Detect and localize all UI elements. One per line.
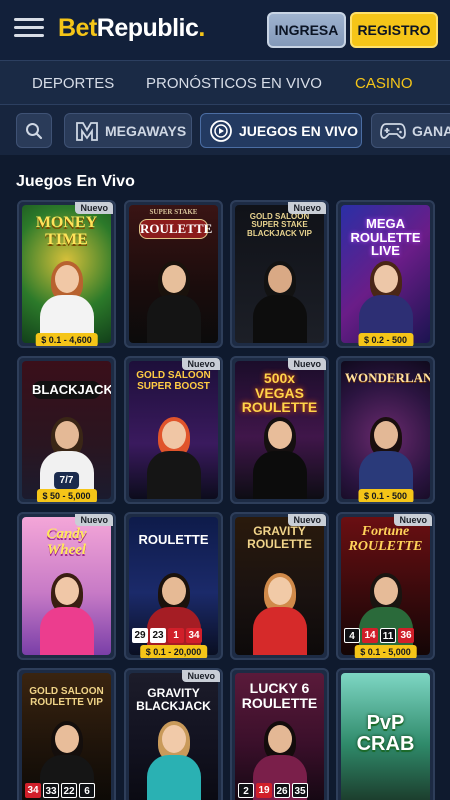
recent-number: 19: [256, 783, 272, 798]
game-title-art: 500x VEGAS ROULETTE: [241, 370, 318, 416]
game-card-gold-saloon-roulette-vip[interactable]: GOLD SALOON ROULETTE VIP 34 33 22 6: [17, 668, 116, 800]
recent-numbers: 29 23 1 34: [132, 628, 202, 643]
bet-limit: $ 0.2 - 500: [357, 333, 414, 346]
recent-number: 22: [61, 783, 77, 798]
game-title-art: MEGA ROULETTE LIVE: [350, 216, 421, 259]
game-card-mega-roulette[interactable]: MEGA ROULETTE LIVE $ 0.2 - 500: [336, 200, 435, 348]
games-grid: MONEY TIME Nuevo $ 0.1 - 4,600 SUPER STA…: [0, 0, 450, 800]
recent-number: 35: [292, 783, 308, 798]
recent-number: 23: [150, 628, 166, 643]
game-title-art: GRAVITY BLACKJACK: [136, 686, 211, 713]
recent-number: 2: [238, 783, 254, 798]
game-card-gravity-blackjack[interactable]: GRAVITY BLACKJACK Nuevo: [124, 668, 223, 800]
new-badge: Nuevo: [75, 514, 113, 526]
recent-number: 34: [25, 783, 41, 798]
game-subtitle-art: SUPER STAKE: [149, 208, 198, 216]
bet-limit: $ 0.1 - 4,600: [35, 333, 98, 346]
game-title-art: GOLD SALOON SUPER BOOST: [136, 370, 211, 392]
new-badge: Nuevo: [394, 514, 432, 526]
game-title-art: Candy Wheel: [46, 526, 87, 558]
recent-number: 1: [168, 628, 184, 643]
game-title-art: ROULETTE: [139, 219, 212, 239]
game-card-candy-wheel[interactable]: Candy Wheel Nuevo: [17, 512, 116, 660]
recent-number: 36: [398, 628, 414, 643]
bet-limit: $ 0.1 - 5,000: [354, 645, 417, 658]
game-title-art: ROULETTE: [138, 532, 209, 547]
game-title-art: GOLD SALOON SUPER STAKE BLACKJACK VIP: [247, 212, 312, 238]
recent-numbers: 4 14 11 36: [344, 628, 414, 643]
recent-number: 11: [380, 628, 396, 643]
recent-number: 14: [362, 628, 378, 643]
game-card-mega-roulette-2[interactable]: ROULETTE 29 23 1 34 $ 0.1 - 20,000: [124, 512, 223, 660]
recent-number: 4: [344, 628, 360, 643]
recent-number: 26: [274, 783, 290, 798]
game-card-blackjack[interactable]: BLACKJACK 7/7 $ 50 - 5,000: [17, 356, 116, 504]
new-badge: Nuevo: [288, 514, 326, 526]
game-card-wonderland[interactable]: WONDERLAND $ 0.1 - 500: [336, 356, 435, 504]
recent-numbers: 34 33 22 6: [25, 783, 95, 798]
bet-limit: $ 0.1 - 20,000: [139, 645, 208, 658]
game-card-pvp-crab[interactable]: PvP CRAB: [336, 668, 435, 800]
recent-number: 29: [132, 628, 148, 643]
new-badge: Nuevo: [75, 202, 113, 214]
new-badge: Nuevo: [288, 202, 326, 214]
recent-number: 34: [186, 628, 202, 643]
game-card-money-time[interactable]: MONEY TIME Nuevo $ 0.1 - 4,600: [17, 200, 116, 348]
game-title-art: PvP CRAB: [356, 712, 415, 755]
game-card-gravity-roulette[interactable]: GRAVITY ROULETTE Nuevo: [230, 512, 329, 660]
recent-number: 6: [79, 783, 95, 798]
game-title-art: LUCKY 6 ROULETTE: [241, 680, 318, 711]
game-card-fortune-roulette[interactable]: Fortune ROULETTE 4 14 11 36 Nuevo $ 0.1 …: [336, 512, 435, 660]
game-card-super-boost[interactable]: GOLD SALOON SUPER BOOST Nuevo: [124, 356, 223, 504]
game-card-vegas-roulette[interactable]: 500x VEGAS ROULETTE Nuevo: [230, 356, 329, 504]
game-title-art: GRAVITY ROULETTE: [247, 524, 312, 551]
new-badge: Nuevo: [182, 670, 220, 682]
bet-limit: $ 50 - 5,000: [36, 489, 97, 502]
new-badge: Nuevo: [288, 358, 326, 370]
game-card-lucky-6-roulette[interactable]: LUCKY 6 ROULETTE 2 19 26 35: [230, 668, 329, 800]
new-badge: Nuevo: [182, 358, 220, 370]
recent-number: 33: [43, 783, 59, 798]
bet-limit: $ 0.1 - 500: [357, 489, 414, 502]
recent-numbers: 2 19 26 35: [238, 783, 308, 798]
game-title-art: Fortune ROULETTE: [348, 524, 423, 554]
game-card-gold-saloon-blackjack-vip[interactable]: GOLD SALOON SUPER STAKE BLACKJACK VIP Nu…: [230, 200, 329, 348]
game-title-art: GOLD SALOON ROULETTE VIP: [29, 686, 104, 708]
game-card-super-stake-roulette[interactable]: SUPER STAKE ROULETTE: [124, 200, 223, 348]
game-title-art: WONDERLAND: [345, 370, 430, 385]
game-title-art: BLACKJACK: [32, 381, 111, 399]
game-title-art: MONEY TIME: [35, 214, 98, 248]
seats-count: 7/7: [53, 472, 80, 489]
